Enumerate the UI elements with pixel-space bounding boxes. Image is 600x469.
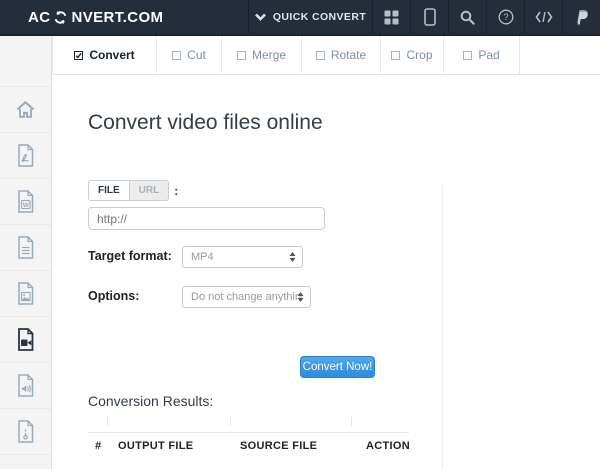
converter-tabbar: Convert Cut Merge Rotate Crop Pad xyxy=(52,36,600,75)
options-value: Do not change anything els xyxy=(191,291,302,303)
checked-checkbox-icon xyxy=(74,51,83,60)
svg-text:W: W xyxy=(23,202,30,209)
sidebar-item-home[interactable] xyxy=(0,87,51,133)
top-navbar: AC NVERT.COM QUICK CONVERT xyxy=(0,0,600,36)
column-header-number: # xyxy=(88,440,107,452)
archive-file-icon xyxy=(16,420,35,443)
search-icon xyxy=(460,10,475,25)
mobile-icon xyxy=(424,8,436,26)
sync-icon xyxy=(53,10,68,25)
help-button[interactable]: ? xyxy=(486,0,524,34)
column-header-source-file: SOURCE FILE xyxy=(230,440,351,452)
sidebar-item-video[interactable] xyxy=(0,317,51,363)
unchecked-checkbox-icon xyxy=(316,51,325,60)
column-divider xyxy=(351,417,352,426)
target-format-value: MP4 xyxy=(191,251,214,263)
tab-pad[interactable]: Pad xyxy=(444,36,520,74)
column-divider xyxy=(230,417,231,426)
pdf-file-icon xyxy=(16,144,35,167)
tab-label: Crop xyxy=(406,48,432,62)
column-header-action: ACTION xyxy=(351,440,409,452)
sidebar-item-image[interactable] xyxy=(0,271,51,317)
column-header-output-file: OUTPUT FILE xyxy=(107,440,230,452)
chevron-down-icon xyxy=(255,13,266,21)
tab-rotate[interactable]: Rotate xyxy=(302,36,381,74)
tab-label: Convert xyxy=(89,48,134,62)
tab-label: Rotate xyxy=(331,48,366,62)
tab-label: Pad xyxy=(478,48,499,62)
options-select[interactable]: Do not change anything els xyxy=(182,286,311,308)
target-format-select[interactable]: MP4 xyxy=(182,246,303,268)
paypal-button[interactable] xyxy=(562,0,600,34)
main-content: Convert video files online FILE URL : Ta… xyxy=(52,75,600,469)
paypal-icon xyxy=(575,9,589,25)
search-button[interactable] xyxy=(448,0,486,34)
tab-cut[interactable]: Cut xyxy=(157,36,222,74)
sidebar-item-document[interactable] xyxy=(0,225,51,271)
help-icon: ? xyxy=(498,9,514,25)
audio-file-icon xyxy=(16,374,35,397)
tab-merge[interactable]: Merge xyxy=(222,36,302,74)
tab-crop[interactable]: Crop xyxy=(381,36,444,74)
source-toggle: FILE URL : xyxy=(88,180,178,201)
sidebar-spacer xyxy=(0,36,51,87)
logo-suffix: NVERT.COM xyxy=(71,9,163,26)
home-icon xyxy=(16,101,35,118)
site-logo[interactable]: AC NVERT.COM xyxy=(0,0,248,34)
tab-convert[interactable]: Convert xyxy=(52,36,157,74)
unchecked-checkbox-icon xyxy=(172,51,181,60)
select-spinner-icon xyxy=(289,252,296,263)
document-file-icon xyxy=(16,236,35,259)
source-toggle-colon: : xyxy=(174,184,178,198)
options-label: Options: xyxy=(88,289,139,303)
apps-grid-button[interactable] xyxy=(372,0,410,34)
column-divider xyxy=(107,417,108,426)
target-format-label: Target format: xyxy=(88,249,172,263)
word-file-icon: W xyxy=(16,190,35,213)
unchecked-checkbox-icon xyxy=(463,51,472,60)
url-source-button[interactable]: URL xyxy=(130,180,170,201)
convert-now-button[interactable]: Convert Now! xyxy=(300,356,375,378)
sidebar-item-audio[interactable] xyxy=(0,363,51,409)
file-source-button[interactable]: FILE xyxy=(88,180,130,201)
mobile-button[interactable] xyxy=(410,0,448,34)
select-spinner-icon xyxy=(297,292,304,303)
code-button[interactable] xyxy=(524,0,562,34)
filetype-sidebar: W xyxy=(0,36,52,469)
logo-prefix: AC xyxy=(28,9,50,26)
video-file-icon xyxy=(16,328,35,351)
results-table-header: # OUTPUT FILE SOURCE FILE ACTION xyxy=(88,432,409,452)
page-title: Convert video files online xyxy=(88,111,323,135)
conversion-results-heading: Conversion Results: xyxy=(88,393,213,409)
apps-grid-icon xyxy=(384,10,399,25)
tab-label: Cut xyxy=(187,48,206,62)
image-file-icon xyxy=(16,282,35,305)
sidebar-item-word[interactable]: W xyxy=(0,179,51,225)
tab-label: Merge xyxy=(252,48,286,62)
code-icon xyxy=(535,11,553,23)
sidebar-item-archive[interactable] xyxy=(0,409,51,455)
sidebar-item-pdf[interactable] xyxy=(0,133,51,179)
quick-convert-menu[interactable]: QUICK CONVERT xyxy=(248,0,372,34)
form-panel-border xyxy=(442,185,443,469)
unchecked-checkbox-icon xyxy=(237,51,246,60)
aconvert-page: AC NVERT.COM QUICK CONVERT xyxy=(0,0,600,469)
unchecked-checkbox-icon xyxy=(391,51,400,60)
url-input[interactable] xyxy=(88,207,325,230)
svg-text:?: ? xyxy=(503,12,508,22)
quick-convert-label: QUICK CONVERT xyxy=(273,11,366,23)
